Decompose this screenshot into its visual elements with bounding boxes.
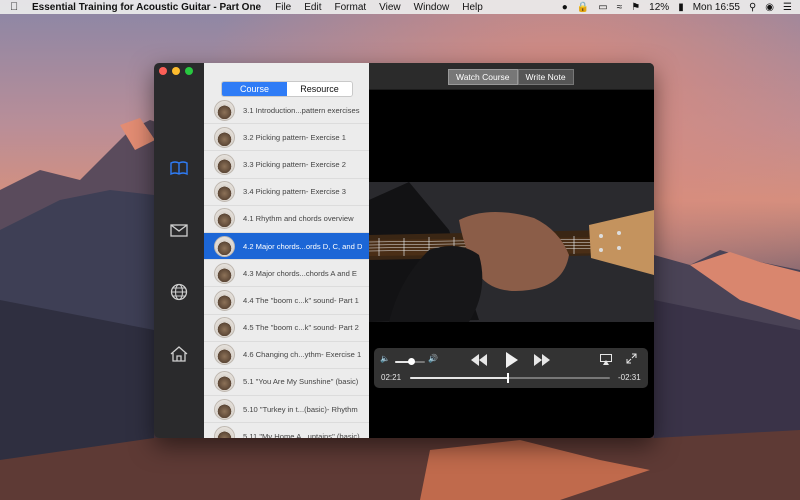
lesson-label: 4.2 Major chords...ords D, C, and D bbox=[243, 241, 363, 251]
lock-icon[interactable]: 🔒 bbox=[577, 2, 589, 13]
lesson-thumbnail bbox=[214, 181, 235, 203]
playback-controls: 🔈 🔊 02:21 -02:31 bbox=[374, 348, 648, 388]
wifi-icon[interactable]: ≈ bbox=[617, 2, 623, 13]
lesson-label: 5.10 "Turkey in t...(basic)- Rhythm bbox=[243, 404, 358, 414]
menu-bar:  Essential Training for Acoustic Guitar… bbox=[0, 0, 800, 14]
zoom-button[interactable] bbox=[185, 67, 193, 75]
lesson-thumbnail bbox=[214, 425, 235, 438]
lesson-label: 4.1 Rhythm and chords overview bbox=[243, 214, 354, 224]
notification-center-icon[interactable]: ☰ bbox=[783, 2, 792, 13]
clock[interactable]: Mon 16:55 bbox=[693, 2, 740, 13]
lesson-label: 3.2 Picking pattern- Exercise 1 bbox=[243, 132, 346, 142]
lesson-label: 4.5 The "boom c...k" sound- Part 2 bbox=[243, 323, 359, 333]
play-icon[interactable] bbox=[505, 352, 519, 368]
tab-resource[interactable]: Resource bbox=[287, 82, 352, 96]
lesson-row[interactable]: 5.10 "Turkey in t...(basic)- Rhythm bbox=[204, 396, 369, 424]
lesson-label: 5.1 "You Are My Sunshine" (basic) bbox=[243, 377, 359, 387]
lesson-thumbnail bbox=[214, 99, 235, 121]
lesson-row[interactable]: 4.4 The "boom c...k" sound- Part 1 bbox=[204, 287, 369, 315]
lesson-label: 3.4 Picking pattern- Exercise 3 bbox=[243, 187, 346, 197]
lesson-thumbnail bbox=[214, 317, 235, 339]
lesson-panel: Course Resource 3.1 Introduction...patte… bbox=[204, 63, 369, 438]
lesson-label: 4.4 The "boom c...k" sound- Part 1 bbox=[243, 295, 359, 305]
battery-icon[interactable]: ▮ bbox=[678, 2, 684, 13]
lesson-thumbnail bbox=[214, 235, 235, 257]
menu-file[interactable]: File bbox=[275, 2, 291, 13]
lesson-row[interactable]: 5.1 "You Are My Sunshine" (basic) bbox=[204, 369, 369, 397]
lesson-thumbnail bbox=[214, 153, 235, 175]
window-controls bbox=[159, 67, 193, 75]
lesson-thumbnail bbox=[214, 344, 235, 366]
video-player: Watch Course Write Note 🔈 🔊 02:21 -02:31 bbox=[369, 63, 654, 438]
lesson-thumbnail bbox=[214, 126, 235, 148]
menu-format[interactable]: Format bbox=[334, 2, 366, 13]
lesson-row[interactable]: 4.2 Major chords...ords D, C, and D bbox=[204, 232, 369, 261]
lesson-thumbnail bbox=[214, 262, 235, 284]
lesson-row[interactable]: 3.3 Picking pattern- Exercise 2 bbox=[204, 151, 369, 179]
home-icon[interactable] bbox=[169, 344, 189, 364]
lesson-thumbnail bbox=[214, 398, 235, 420]
rewind-icon[interactable] bbox=[470, 354, 488, 366]
lesson-row[interactable]: 4.6 Changing ch...ythm- Exercise 1 bbox=[204, 342, 369, 369]
app-window: Course Resource 3.1 Introduction...patte… bbox=[154, 63, 654, 438]
ghost-icon[interactable]: ● bbox=[562, 2, 568, 13]
siri-icon[interactable]: ◉ bbox=[765, 2, 774, 13]
lesson-thumbnail bbox=[214, 208, 235, 230]
lesson-label: 5.11 "My Home A...untains" (basic) bbox=[243, 431, 360, 438]
fast-forward-icon[interactable] bbox=[533, 354, 551, 366]
fullscreen-icon[interactable] bbox=[626, 353, 637, 364]
volume-low-icon[interactable]: 🔈 bbox=[380, 354, 390, 363]
menu-view[interactable]: View bbox=[379, 2, 401, 13]
battery-percent: 12% bbox=[649, 1, 670, 13]
watch-course-button[interactable]: Watch Course bbox=[448, 69, 518, 85]
flag-icon[interactable]: ⚑ bbox=[631, 2, 640, 13]
lesson-label: 4.6 Changing ch...ythm- Exercise 1 bbox=[243, 350, 362, 360]
lesson-row[interactable]: 4.5 The "boom c...k" sound- Part 2 bbox=[204, 315, 369, 342]
airplay-video-icon[interactable] bbox=[600, 354, 612, 365]
lesson-row[interactable]: 5.11 "My Home A...untains" (basic) bbox=[204, 423, 369, 438]
globe-icon[interactable] bbox=[169, 282, 189, 302]
tab-course[interactable]: Course bbox=[222, 82, 287, 96]
mail-icon[interactable] bbox=[169, 220, 189, 240]
minimize-button[interactable] bbox=[172, 67, 180, 75]
apple-menu-icon[interactable]:  bbox=[10, 1, 22, 13]
close-button[interactable] bbox=[159, 67, 167, 75]
lesson-row[interactable]: 4.3 Major chords...chords A and E bbox=[204, 260, 369, 288]
lesson-row[interactable]: 3.1 Introduction...pattern exercises bbox=[204, 97, 369, 125]
app-menu[interactable]: Essential Training for Acoustic Guitar -… bbox=[32, 2, 261, 13]
lesson-list: 3.1 Introduction...pattern exercises 3.2 … bbox=[204, 97, 369, 438]
segmented-control: Course Resource bbox=[221, 81, 353, 97]
player-toolbar: Watch Course Write Note bbox=[369, 63, 654, 89]
lesson-label: 3.3 Picking pattern- Exercise 2 bbox=[243, 159, 346, 169]
lesson-row[interactable]: 4.1 Rhythm and chords overview bbox=[204, 206, 369, 233]
volume-high-icon[interactable]: 🔊 bbox=[428, 354, 438, 363]
sidebar bbox=[154, 63, 204, 438]
menu-window[interactable]: Window bbox=[414, 2, 450, 13]
lesson-row[interactable]: 3.2 Picking pattern- Exercise 1 bbox=[204, 124, 369, 152]
lesson-thumbnail bbox=[214, 289, 235, 311]
progress-scrubber[interactable] bbox=[507, 373, 509, 383]
remaining-time: -02:31 bbox=[618, 373, 641, 382]
menu-edit[interactable]: Edit bbox=[304, 2, 321, 13]
lesson-label: 3.1 Introduction...pattern exercises bbox=[243, 105, 360, 115]
elapsed-time: 02:21 bbox=[381, 373, 402, 382]
spotlight-icon[interactable]: ⚲ bbox=[749, 2, 756, 13]
book-icon[interactable] bbox=[169, 158, 189, 178]
write-note-button[interactable]: Write Note bbox=[517, 69, 574, 85]
airplay-icon[interactable]: ▭ bbox=[598, 2, 607, 13]
lesson-label: 4.3 Major chords...chords A and E bbox=[243, 268, 357, 278]
lesson-row[interactable]: 3.4 Picking pattern- Exercise 3 bbox=[204, 179, 369, 206]
progress-fill bbox=[410, 377, 508, 379]
lesson-thumbnail bbox=[214, 371, 235, 393]
volume-knob[interactable] bbox=[408, 358, 415, 365]
menu-help[interactable]: Help bbox=[462, 2, 483, 13]
